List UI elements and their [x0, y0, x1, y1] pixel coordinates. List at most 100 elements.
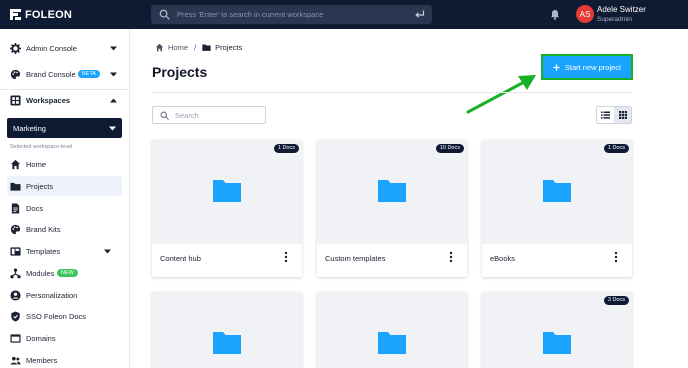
workspace-select[interactable]: Marketing — [7, 118, 122, 138]
plus-icon — [553, 63, 560, 71]
chevron-down-icon — [109, 126, 116, 131]
sidebar-brand-console[interactable]: Brand Console BETA — [0, 64, 130, 84]
grid-view-icon — [618, 111, 627, 119]
global-search-placeholder: Press 'Enter' to search in current works… — [177, 10, 324, 19]
project-card[interactable] — [152, 292, 302, 368]
doc-icon — [11, 202, 20, 214]
project-search-input[interactable]: Search — [152, 106, 266, 124]
project-name[interactable]: eBooks — [490, 254, 515, 263]
breadcrumb: Home / Projects — [155, 42, 242, 52]
notifications-bell-icon[interactable] — [550, 9, 560, 20]
project-card[interactable] — [317, 292, 467, 368]
user-role: Superadmin — [597, 16, 633, 23]
project-card[interactable]: 1 Docs Content hub — [152, 140, 302, 277]
palette-icon — [10, 224, 21, 234]
modules-icon — [10, 267, 21, 278]
breadcrumb-current: Projects — [215, 42, 243, 52]
sidebar-item-brand-kits[interactable]: Brand Kits — [0, 219, 130, 239]
sidebar-item-modules[interactable]: Modules NEW — [0, 263, 130, 283]
search-icon — [160, 111, 169, 120]
sidebar-workspaces-label: Workspaces — [26, 95, 71, 105]
project-thumbnail[interactable]: 1 Docs — [482, 140, 632, 244]
workspace-hint: Selected workspace-level — [10, 144, 73, 150]
sidebar-brand-console-label: Brand Console — [26, 69, 76, 79]
doc-count-badge: 1 Docs — [603, 144, 629, 153]
sidebar-item-label: Docs — [26, 203, 44, 213]
global-search[interactable]: Press 'Enter' to search in current works… — [151, 5, 432, 24]
breadcrumb-home[interactable]: Home — [168, 43, 188, 52]
list-view-icon — [601, 111, 610, 119]
sidebar-item-label: Personalization — [26, 290, 78, 300]
logo-text: FOLEON — [25, 8, 73, 21]
sidebar-item-label: SSO Foleon Docs — [26, 311, 87, 321]
sidebar-item-projects[interactable]: Projects — [7, 176, 122, 196]
start-new-project-button[interactable]: Start new project — [541, 54, 633, 80]
sidebar-item-label: Projects — [26, 181, 54, 191]
project-card[interactable]: 1 Docs eBooks — [482, 140, 632, 277]
home-icon[interactable] — [155, 43, 164, 52]
folder-icon — [378, 180, 406, 202]
project-card[interactable]: 10 Docs Custom templates — [317, 140, 467, 277]
start-new-project-label: Start new project — [564, 62, 622, 72]
templates-icon — [10, 246, 21, 256]
top-bar: FOLEON Press 'Enter' to search in curren… — [0, 0, 688, 29]
sidebar-item-home[interactable]: Home — [0, 154, 130, 174]
workspace-select-value: Marketing — [13, 124, 46, 133]
folder-icon — [378, 332, 406, 354]
sidebar-item-label: Home — [26, 159, 47, 169]
folder-icon — [202, 44, 211, 51]
doc-count-badge: 3 Docs — [603, 296, 629, 305]
sidebar-item-docs[interactable]: Docs — [0, 198, 130, 218]
sidebar-admin-console[interactable]: Admin Console — [0, 38, 130, 58]
sidebar-item-sso-foleon-docs[interactable]: SSO Foleon Docs — [0, 306, 130, 326]
beta-badge: BETA — [78, 70, 100, 78]
gear-icon — [10, 42, 21, 54]
sidebar-item-label: Brand Kits — [26, 224, 61, 234]
doc-count-badge: 10 Docs — [435, 144, 464, 153]
foleon-logo[interactable]: FOLEON — [10, 8, 72, 21]
person-icon — [10, 289, 21, 301]
user-avatar[interactable]: AS — [576, 5, 594, 23]
user-name[interactable]: Adele Switzer — [597, 5, 646, 14]
sidebar-item-personalization[interactable]: Personalization — [0, 285, 130, 305]
project-name[interactable]: Custom templates — [325, 254, 385, 263]
folder-icon — [543, 332, 571, 354]
project-thumbnail[interactable]: 1 Docs — [152, 140, 302, 244]
sidebar-item-label: Modules — [26, 268, 55, 278]
chevron-down-icon — [110, 46, 117, 50]
search-icon — [159, 9, 170, 20]
chevron-up-icon — [110, 98, 117, 102]
folder-icon — [543, 180, 571, 202]
annotation-arrow — [466, 75, 536, 114]
members-icon — [10, 356, 21, 365]
project-thumbnail[interactable] — [152, 292, 302, 368]
project-name[interactable]: Content hub — [160, 254, 201, 263]
project-thumbnail[interactable]: 10 Docs — [317, 140, 467, 244]
domains-icon — [10, 333, 21, 343]
sidebar-workspaces[interactable]: Workspaces — [0, 90, 130, 110]
sidebar-item-label: Members — [26, 355, 58, 365]
home-icon — [10, 159, 21, 169]
sidebar-item-templates[interactable]: Templates — [0, 241, 130, 261]
enter-key-icon — [415, 10, 425, 18]
palette-icon — [10, 69, 21, 79]
page-title: Projects — [152, 64, 208, 80]
folder-icon — [213, 332, 241, 354]
sidebar-admin-console-label: Admin Console — [26, 43, 77, 53]
workspaces-icon — [10, 94, 21, 106]
project-thumbnail[interactable]: 3 Docs — [482, 292, 632, 368]
more-options-icon[interactable] — [449, 251, 453, 263]
shield-icon — [11, 311, 20, 321]
project-thumbnail[interactable] — [317, 292, 467, 368]
project-card[interactable]: 3 Docs — [482, 292, 632, 368]
view-toggle — [596, 106, 632, 124]
sidebar-item-domains[interactable]: Domains — [0, 328, 130, 348]
logo-icon — [10, 9, 21, 20]
grid-view-button[interactable] — [614, 107, 631, 123]
more-options-icon[interactable] — [284, 251, 288, 263]
sidebar-item-label: Templates — [26, 246, 61, 256]
list-view-button[interactable] — [597, 107, 614, 123]
doc-count-badge: 1 Docs — [273, 144, 299, 153]
more-options-icon[interactable] — [614, 251, 618, 263]
sidebar-item-members[interactable]: Members — [0, 350, 130, 368]
